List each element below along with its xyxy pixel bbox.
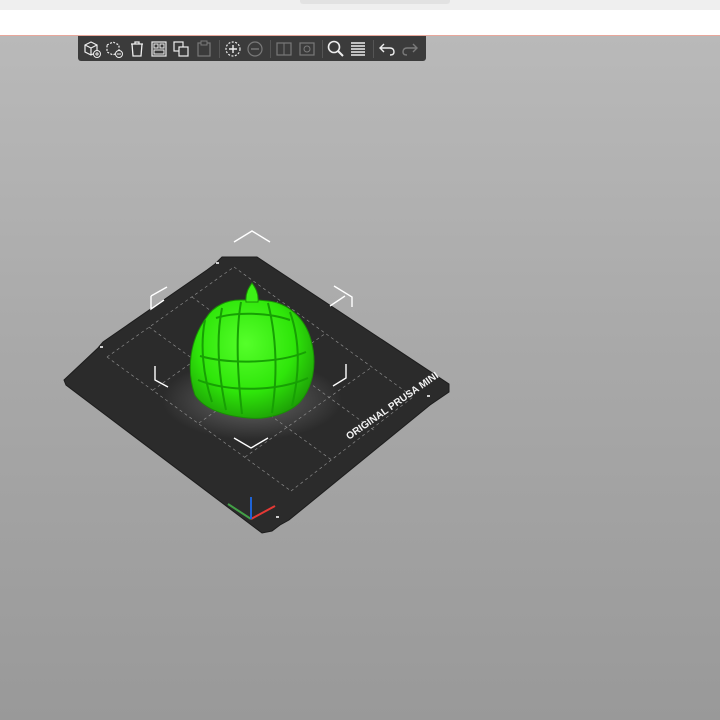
cube-add-icon [84,40,102,58]
undo-icon [379,43,396,56]
add-object-button[interactable] [82,37,102,60]
redo-icon [402,43,418,56]
search-button[interactable] [326,37,346,60]
delete-all-button[interactable] [127,37,147,60]
paste-icon [197,40,211,57]
toolbar-separator [373,39,375,58]
undo-button[interactable] [377,37,397,60]
scene-canvas[interactable]: ORIGINAL PRUSA MINI [0,0,720,720]
trash-icon [130,40,143,57]
layers-icon [351,41,366,56]
main-toolbar [78,36,426,61]
toolbar-separator [218,39,220,58]
remove-instance-button[interactable] [245,37,265,60]
search-icon [327,40,344,57]
layers-button[interactable] [348,37,368,60]
remove-object-button[interactable] [104,37,124,60]
add-instance-button[interactable] [223,37,243,60]
copy-icon [173,40,190,57]
plus-circle-icon [225,40,241,57]
toolbar-separator [321,39,323,58]
minus-circle-icon [247,40,263,57]
split-parts-icon [299,41,315,56]
split-objects-button[interactable] [274,37,294,60]
split-parts-button[interactable] [297,37,317,60]
arrange-icon [151,40,167,57]
redo-button[interactable] [400,37,420,60]
toolbar-separator [270,39,272,58]
copy-button[interactable] [171,37,191,60]
arrange-button[interactable] [149,37,169,60]
cube-remove-icon [106,40,124,58]
paste-button[interactable] [194,37,214,60]
split-objects-icon [276,41,293,56]
